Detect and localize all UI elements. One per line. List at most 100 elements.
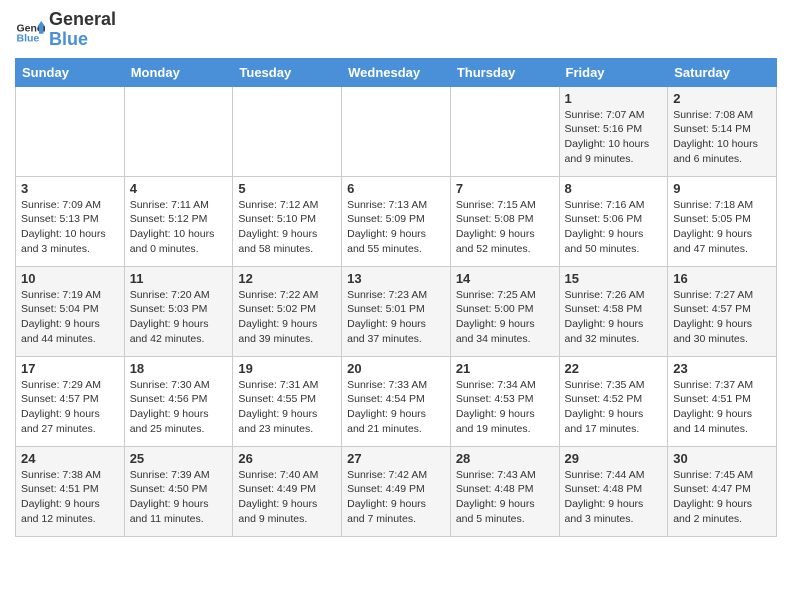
day-cell: 4 Sunrise: 7:11 AM Sunset: 5:12 PM Daylig… — [124, 176, 233, 266]
day-cell — [450, 86, 559, 176]
day-number: 21 — [456, 361, 554, 376]
day-info: Sunrise: 7:11 AM Sunset: 5:12 PM Dayligh… — [130, 198, 228, 257]
week-row-4: 17Sunrise: 7:29 AM Sunset: 4:57 PM Dayli… — [16, 356, 777, 446]
page-header: General Blue GeneralBlue — [15, 10, 777, 50]
day-number: 20 — [347, 361, 445, 376]
day-info: Sunrise: 7:30 AM Sunset: 4:56 PM Dayligh… — [130, 378, 228, 437]
week-row-1: 1Sunrise: 7:07 AM Sunset: 5:16 PM Daylig… — [16, 86, 777, 176]
day-cell: 25 Sunrise: 7:39 AM Sunset: 4:50 PM Dayli… — [124, 446, 233, 536]
day-cell: 20 Sunrise: 7:33 AM Sunset: 4:54 PM Dayli… — [342, 356, 451, 446]
day-info: Sunrise: 7:12 AM Sunset: 5:10 PM Dayligh… — [238, 198, 336, 257]
day-cell: 8 Sunrise: 7:16 AM Sunset: 5:06 PM Daylig… — [559, 176, 668, 266]
day-cell: 12Sunrise: 7:22 AM Sunset: 5:02 PM Dayli… — [233, 266, 342, 356]
day-info: Sunrise: 7:13 AM Sunset: 5:09 PM Dayligh… — [347, 198, 445, 257]
day-number: 24 — [21, 451, 119, 466]
weekday-header-thursday: Thursday — [450, 58, 559, 86]
day-cell — [124, 86, 233, 176]
week-row-5: 24 Sunrise: 7:38 AM Sunset: 4:51 PM Dayli… — [16, 446, 777, 536]
week-row-2: 3Sunrise: 7:09 AM Sunset: 5:13 PM Daylig… — [16, 176, 777, 266]
day-info: Sunrise: 7:45 AM Sunset: 4:47 PM Dayligh… — [673, 468, 771, 527]
day-info: Sunrise: 7:44 AM Sunset: 4:48 PM Dayligh… — [565, 468, 663, 527]
day-cell: 5Sunrise: 7:12 AM Sunset: 5:10 PM Daylig… — [233, 176, 342, 266]
day-info: Sunrise: 7:39 AM Sunset: 4:50 PM Dayligh… — [130, 468, 228, 527]
day-number: 12 — [238, 271, 336, 286]
day-number: 14 — [456, 271, 554, 286]
day-info: Sunrise: 7:40 AM Sunset: 4:49 PM Dayligh… — [238, 468, 336, 527]
day-number: 9 — [673, 181, 771, 196]
day-info: Sunrise: 7:09 AM Sunset: 5:13 PM Dayligh… — [21, 198, 119, 257]
day-info: Sunrise: 7:34 AM Sunset: 4:53 PM Dayligh… — [456, 378, 554, 437]
day-number: 18 — [130, 361, 228, 376]
day-info: Sunrise: 7:20 AM Sunset: 5:03 PM Dayligh… — [130, 288, 228, 347]
day-cell: 10 Sunrise: 7:19 AM Sunset: 5:04 PM Dayli… — [16, 266, 125, 356]
weekday-header-wednesday: Wednesday — [342, 58, 451, 86]
day-info: Sunrise: 7:23 AM Sunset: 5:01 PM Dayligh… — [347, 288, 445, 347]
day-cell — [233, 86, 342, 176]
day-number: 10 — [21, 271, 119, 286]
weekday-header-saturday: Saturday — [668, 58, 777, 86]
day-cell: 14Sunrise: 7:25 AM Sunset: 5:00 PM Dayli… — [450, 266, 559, 356]
day-cell: 22 Sunrise: 7:35 AM Sunset: 4:52 PM Dayli… — [559, 356, 668, 446]
day-number: 26 — [238, 451, 336, 466]
day-info: Sunrise: 7:18 AM Sunset: 5:05 PM Dayligh… — [673, 198, 771, 257]
day-cell: 29 Sunrise: 7:44 AM Sunset: 4:48 PM Dayli… — [559, 446, 668, 536]
day-info: Sunrise: 7:43 AM Sunset: 4:48 PM Dayligh… — [456, 468, 554, 527]
day-info: Sunrise: 7:15 AM Sunset: 5:08 PM Dayligh… — [456, 198, 554, 257]
day-number: 25 — [130, 451, 228, 466]
day-number: 17 — [21, 361, 119, 376]
day-info: Sunrise: 7:33 AM Sunset: 4:54 PM Dayligh… — [347, 378, 445, 437]
day-info: Sunrise: 7:42 AM Sunset: 4:49 PM Dayligh… — [347, 468, 445, 527]
day-cell: 26 Sunrise: 7:40 AM Sunset: 4:49 PM Dayli… — [233, 446, 342, 536]
logo-text: GeneralBlue — [49, 10, 116, 50]
day-cell: 6 Sunrise: 7:13 AM Sunset: 5:09 PM Daylig… — [342, 176, 451, 266]
day-number: 8 — [565, 181, 663, 196]
day-cell: 11 Sunrise: 7:20 AM Sunset: 5:03 PM Dayli… — [124, 266, 233, 356]
day-info: Sunrise: 7:08 AM Sunset: 5:14 PM Dayligh… — [673, 108, 771, 167]
day-cell: 1Sunrise: 7:07 AM Sunset: 5:16 PM Daylig… — [559, 86, 668, 176]
day-number: 2 — [673, 91, 771, 106]
day-number: 27 — [347, 451, 445, 466]
day-cell: 24 Sunrise: 7:38 AM Sunset: 4:51 PM Dayli… — [16, 446, 125, 536]
day-number: 13 — [347, 271, 445, 286]
day-number: 29 — [565, 451, 663, 466]
day-cell: 15 Sunrise: 7:26 AM Sunset: 4:58 PM Dayli… — [559, 266, 668, 356]
day-info: Sunrise: 7:26 AM Sunset: 4:58 PM Dayligh… — [565, 288, 663, 347]
day-number: 6 — [347, 181, 445, 196]
day-info: Sunrise: 7:31 AM Sunset: 4:55 PM Dayligh… — [238, 378, 336, 437]
day-info: Sunrise: 7:35 AM Sunset: 4:52 PM Dayligh… — [565, 378, 663, 437]
day-number: 22 — [565, 361, 663, 376]
svg-text:Blue: Blue — [17, 32, 40, 44]
calendar-table: SundayMondayTuesdayWednesdayThursdayFrid… — [15, 58, 777, 537]
day-cell: 16 Sunrise: 7:27 AM Sunset: 4:57 PM Dayli… — [668, 266, 777, 356]
weekday-header-sunday: Sunday — [16, 58, 125, 86]
weekday-header-row: SundayMondayTuesdayWednesdayThursdayFrid… — [16, 58, 777, 86]
weekday-header-friday: Friday — [559, 58, 668, 86]
day-cell: 27 Sunrise: 7:42 AM Sunset: 4:49 PM Dayli… — [342, 446, 451, 536]
day-info: Sunrise: 7:37 AM Sunset: 4:51 PM Dayligh… — [673, 378, 771, 437]
day-info: Sunrise: 7:16 AM Sunset: 5:06 PM Dayligh… — [565, 198, 663, 257]
day-cell: 19Sunrise: 7:31 AM Sunset: 4:55 PM Dayli… — [233, 356, 342, 446]
day-number: 28 — [456, 451, 554, 466]
day-number: 16 — [673, 271, 771, 286]
day-cell: 13 Sunrise: 7:23 AM Sunset: 5:01 PM Dayli… — [342, 266, 451, 356]
day-cell: 23Sunrise: 7:37 AM Sunset: 4:51 PM Dayli… — [668, 356, 777, 446]
day-cell: 3Sunrise: 7:09 AM Sunset: 5:13 PM Daylig… — [16, 176, 125, 266]
day-number: 4 — [130, 181, 228, 196]
day-cell: 28 Sunrise: 7:43 AM Sunset: 4:48 PM Dayli… — [450, 446, 559, 536]
day-cell — [16, 86, 125, 176]
day-info: Sunrise: 7:38 AM Sunset: 4:51 PM Dayligh… — [21, 468, 119, 527]
day-number: 15 — [565, 271, 663, 286]
day-info: Sunrise: 7:19 AM Sunset: 5:04 PM Dayligh… — [21, 288, 119, 347]
day-cell: 18 Sunrise: 7:30 AM Sunset: 4:56 PM Dayli… — [124, 356, 233, 446]
day-info: Sunrise: 7:27 AM Sunset: 4:57 PM Dayligh… — [673, 288, 771, 347]
day-cell: 9 Sunrise: 7:18 AM Sunset: 5:05 PM Daylig… — [668, 176, 777, 266]
day-cell — [342, 86, 451, 176]
day-number: 11 — [130, 271, 228, 286]
logo: General Blue GeneralBlue — [15, 10, 116, 50]
day-cell: 30 Sunrise: 7:45 AM Sunset: 4:47 PM Dayli… — [668, 446, 777, 536]
day-number: 1 — [565, 91, 663, 106]
day-cell: 21 Sunrise: 7:34 AM Sunset: 4:53 PM Dayli… — [450, 356, 559, 446]
weekday-header-tuesday: Tuesday — [233, 58, 342, 86]
day-cell: 2 Sunrise: 7:08 AM Sunset: 5:14 PM Daylig… — [668, 86, 777, 176]
day-number: 30 — [673, 451, 771, 466]
